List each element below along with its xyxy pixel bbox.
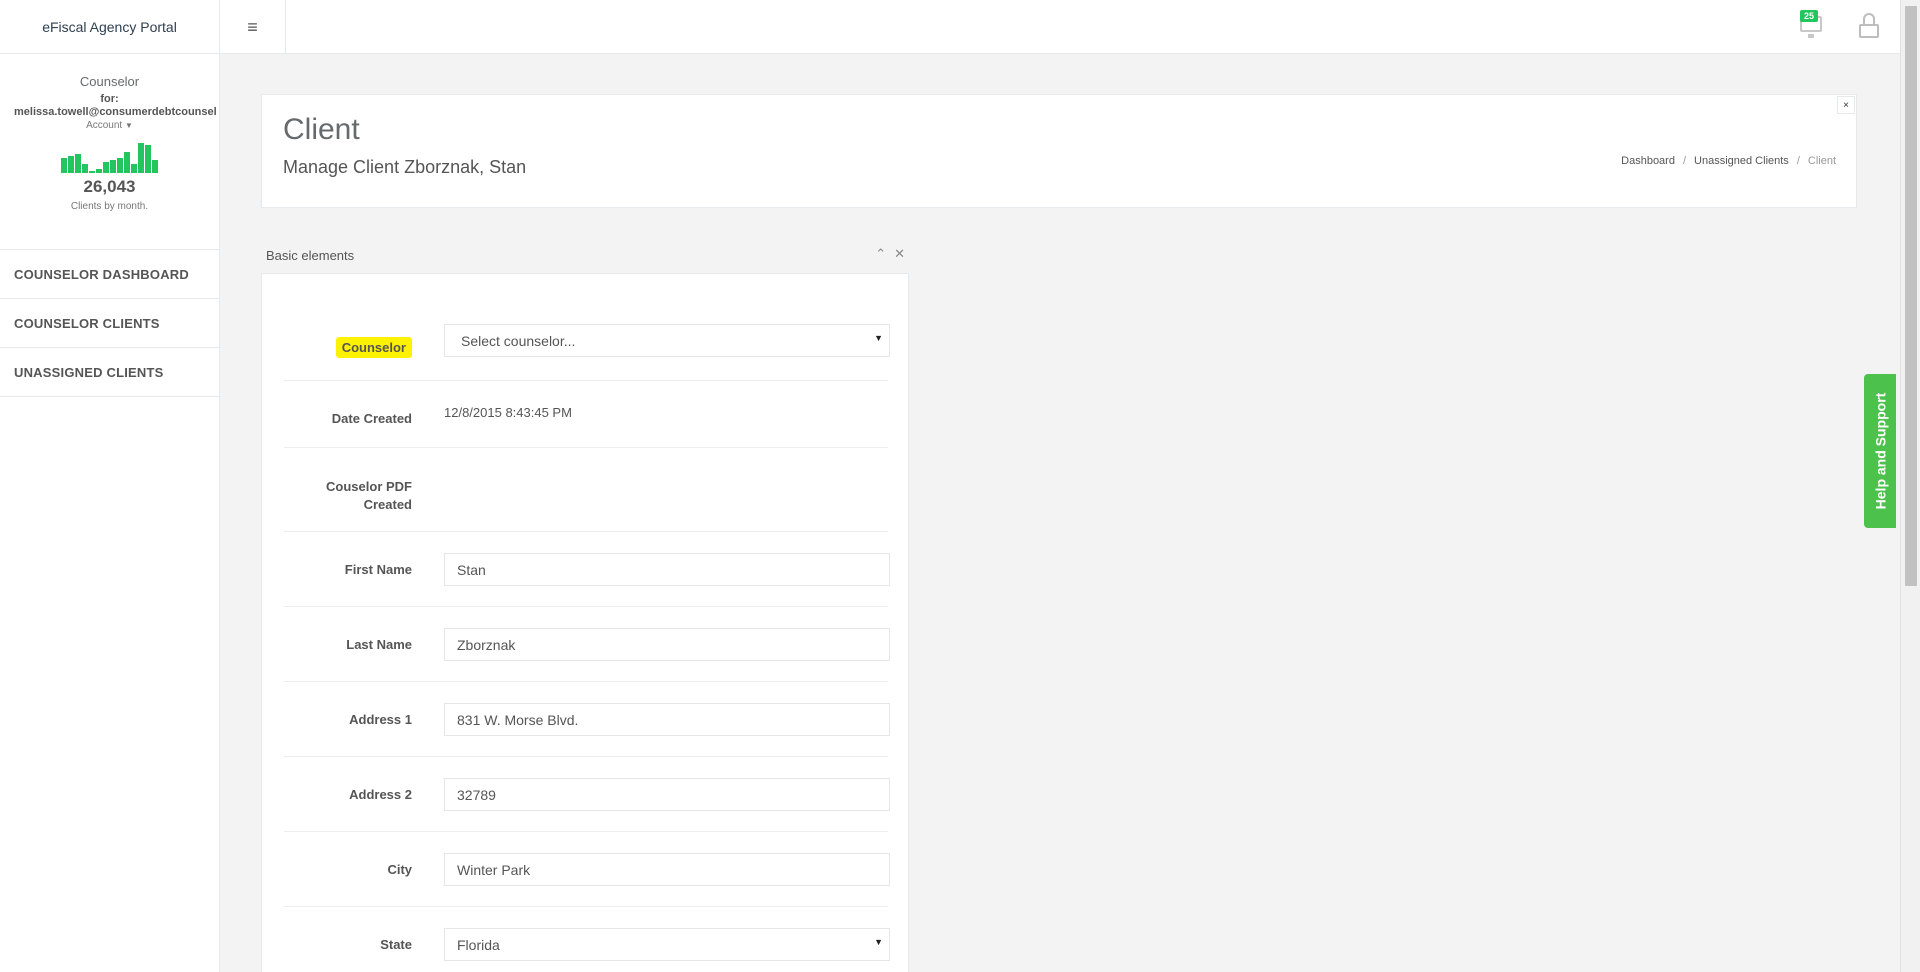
user-email: melissa.towell@consumerdebtcounsel	[14, 106, 217, 118]
help-and-support-tab[interactable]: Help and Support	[1864, 374, 1896, 528]
address2-label: Address 2	[349, 787, 412, 802]
last-name-wrap	[444, 628, 890, 661]
dropdown-arrow-icon: ▼	[874, 333, 883, 343]
caret-down-icon: ▼	[125, 121, 133, 130]
dropdown-arrow-icon: ▼	[874, 937, 883, 947]
hamburger-menu-icon[interactable]: ≡	[220, 0, 286, 54]
pdf-created-label: Couselor PDF Created	[284, 478, 412, 514]
app-brand[interactable]: eFiscal Agency Portal	[0, 0, 220, 54]
date-created-value: 12/8/2015 8:43:45 PM	[444, 405, 572, 420]
header-close-icon[interactable]: ×	[1837, 96, 1855, 114]
state-select-wrap: Florida ▼	[444, 928, 890, 961]
counselor-select-value: Select counselor...	[461, 333, 576, 349]
address1-wrap	[444, 703, 890, 736]
form-row-last-name: Last Name	[284, 607, 890, 682]
form-row-city: City	[284, 832, 890, 907]
first-name-input[interactable]	[444, 553, 890, 586]
form-row-state: State Florida ▼	[284, 907, 890, 972]
user-role: Counselor	[79, 74, 140, 89]
breadcrumb: Dashboard / Unassigned Clients / Client	[1621, 155, 1836, 167]
counselor-select[interactable]: Select counselor... ▼	[444, 324, 890, 357]
sparkline-bar	[61, 158, 67, 173]
form-row-first-name: First Name	[284, 532, 890, 607]
sparkline-bar	[117, 158, 123, 173]
panel-tools: ⌃ ✕	[867, 246, 905, 262]
state-label: State	[380, 937, 412, 952]
address1-input[interactable]	[444, 703, 890, 736]
pdf-created-label-line1: Couselor PDF	[326, 479, 412, 494]
breadcrumb-separator: /	[1796, 155, 1800, 167]
form-row-counselor: Counselor Select counselor... ▼	[284, 324, 890, 381]
sparkline-bar	[68, 156, 74, 173]
lock-body	[1859, 24, 1879, 38]
page-title: Client	[283, 113, 360, 146]
counselor-select-wrap: Select counselor... ▼	[444, 324, 890, 357]
last-name-label: Last Name	[346, 637, 412, 652]
city-input[interactable]	[444, 853, 890, 886]
first-name-label: First Name	[344, 562, 412, 577]
state-select-value: Florida	[457, 937, 500, 953]
breadcrumb-separator: /	[1682, 155, 1687, 167]
lock-icon[interactable]	[1859, 13, 1879, 39]
chevron-up-icon[interactable]: ⌃	[875, 246, 886, 261]
account-dropdown[interactable]: Account ▼	[0, 120, 219, 131]
city-label: City	[387, 862, 412, 877]
sidebar: Counselor for: melissa.towell@consumerde…	[0, 54, 220, 972]
for-label: for:	[100, 93, 119, 105]
counselor-label: Counselor	[284, 337, 412, 358]
date-created-label: Date Created	[331, 411, 412, 426]
sparkline-bar	[89, 171, 95, 173]
scrollbar-thumb[interactable]	[1905, 6, 1917, 586]
profile-panel: Counselor for: melissa.towell@consumerde…	[0, 54, 219, 250]
sidebar-item-counselor-dashboard[interactable]: COUNSELOR DASHBOARD	[0, 250, 219, 299]
notifications-monitor-icon[interactable]: 25	[1796, 10, 1826, 40]
city-wrap	[444, 853, 890, 886]
sparkline-bar	[138, 143, 144, 173]
counselor-label-highlight: Counselor	[335, 337, 412, 358]
sidebar-item-unassigned-clients[interactable]: UNASSIGNED CLIENTS	[0, 348, 219, 397]
clients-sparkline	[0, 143, 219, 173]
sparkline-bar	[145, 145, 151, 173]
page-scrollbar[interactable]	[1900, 0, 1920, 972]
sparkline-bar	[124, 152, 130, 173]
breadcrumb-dashboard[interactable]: Dashboard	[1621, 155, 1675, 167]
sparkline-bar	[110, 160, 116, 173]
address2-wrap	[444, 778, 890, 811]
form-row-address1: Address 1	[284, 682, 890, 757]
client-form: Counselor Select counselor... ▼ Date Cre…	[261, 274, 909, 972]
page-header: Client Manage Client Zborznak, Stan × Da…	[261, 94, 1857, 208]
notification-count-badge: 25	[1800, 10, 1819, 22]
sparkline-bar	[103, 162, 109, 173]
panel-header: Basic elements ⌃ ✕	[261, 240, 909, 274]
sidebar-item-counselor-clients[interactable]: COUNSELOR CLIENTS	[0, 299, 219, 348]
address2-input[interactable]	[444, 778, 890, 811]
sparkline-bar	[96, 169, 102, 173]
sparkline-bar	[75, 154, 81, 173]
sparkline-bar	[82, 164, 88, 173]
form-row-date-created: Date Created 12/8/2015 8:43:45 PM	[284, 381, 888, 448]
sparkline-bar	[131, 164, 137, 173]
breadcrumb-unassigned-clients[interactable]: Unassigned Clients	[1694, 155, 1789, 167]
account-label: Account	[86, 120, 123, 131]
panel-title: Basic elements	[266, 248, 355, 263]
last-name-input[interactable]	[444, 628, 890, 661]
close-icon[interactable]: ✕	[894, 246, 905, 261]
top-navbar: eFiscal Agency Portal ≡ 25	[0, 0, 1900, 54]
form-row-address2: Address 2	[284, 757, 890, 832]
state-select[interactable]: Florida ▼	[444, 928, 890, 961]
pdf-created-label-line2: Created	[363, 497, 412, 512]
form-row-pdf-created: Couselor PDF Created	[284, 448, 888, 532]
help-and-support-label: Help and Support	[1872, 392, 1889, 510]
page-subtitle: Manage Client Zborznak, Stan	[283, 157, 527, 177]
first-name-wrap	[444, 553, 890, 586]
sparkline-bar	[152, 160, 158, 173]
address1-label: Address 1	[349, 712, 412, 727]
clients-total: 26,043	[83, 177, 136, 196]
monitor-stand	[1808, 34, 1814, 38]
breadcrumb-client: Client	[1807, 155, 1836, 167]
clients-caption: Clients by month.	[70, 201, 149, 212]
